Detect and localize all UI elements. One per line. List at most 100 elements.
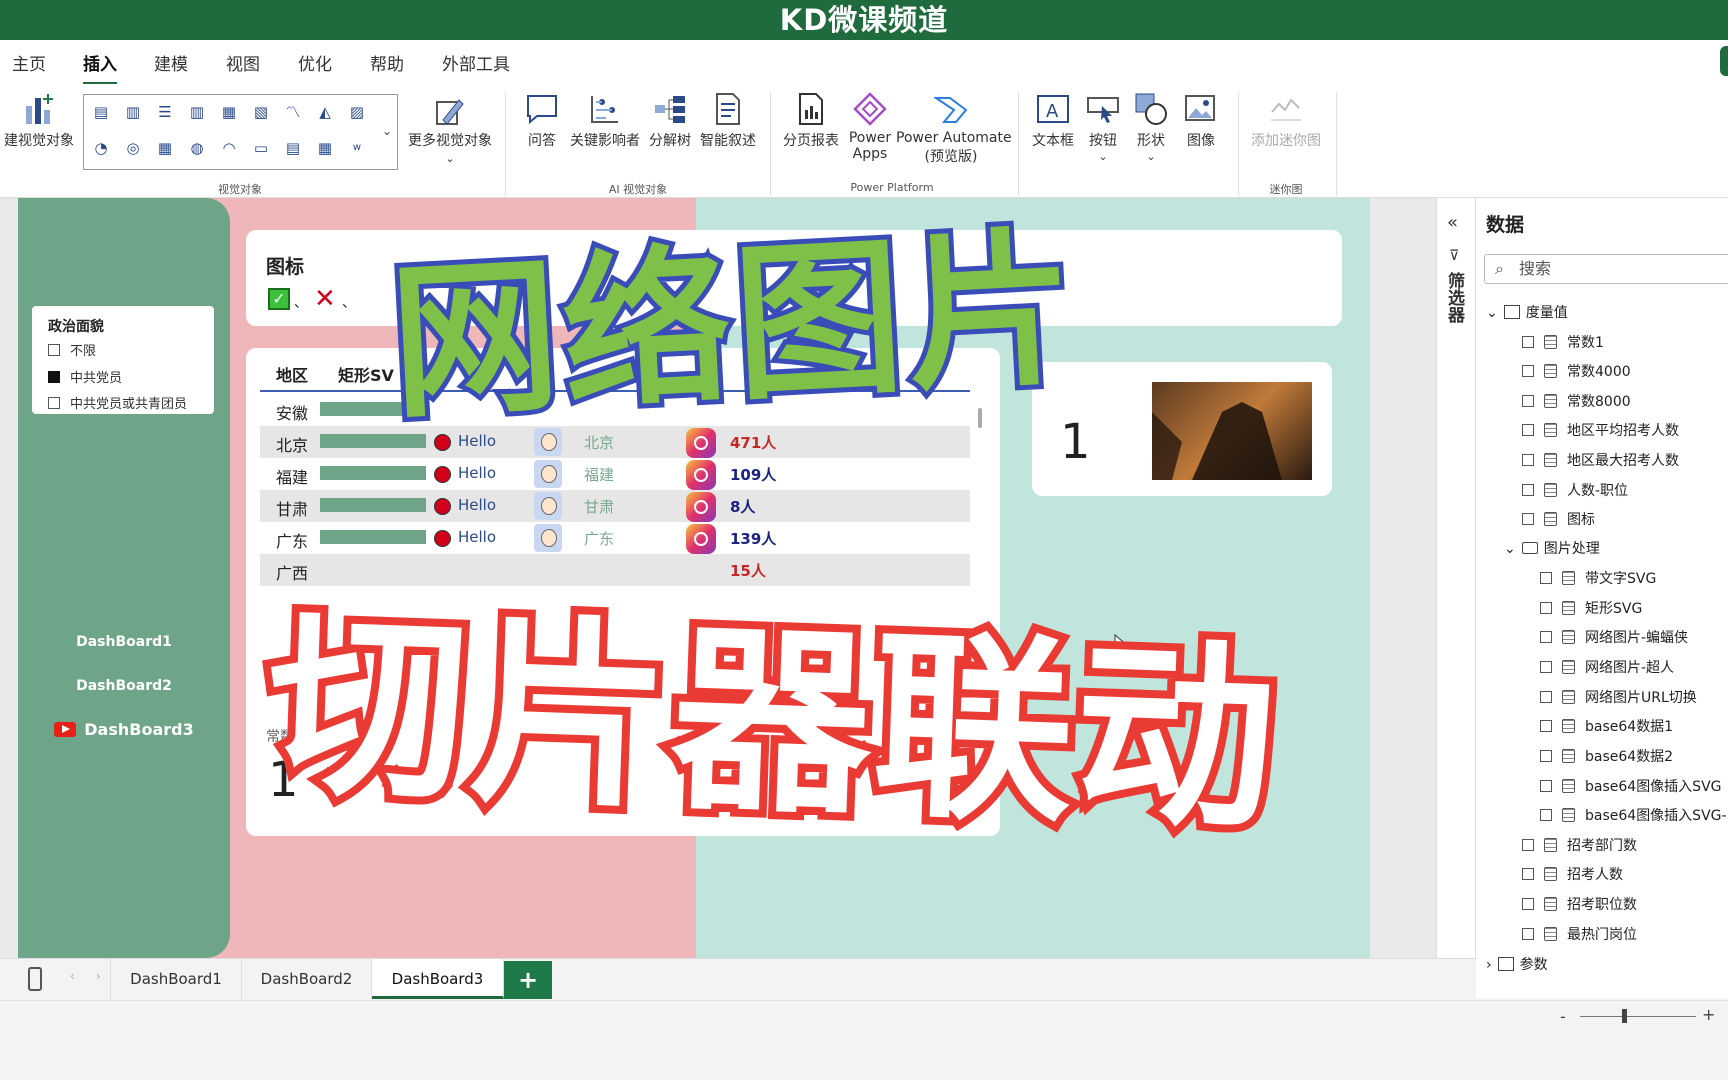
shapes-button[interactable]: 形状 ⌄ <box>1130 92 1172 163</box>
tree-item-measure[interactable]: 网络图片URL切换 <box>1540 687 1697 707</box>
key-influencers-button[interactable]: 关键影响者 <box>566 92 644 150</box>
tree-item-measure[interactable]: 图标 <box>1522 509 1595 529</box>
share-button[interactable] <box>1720 46 1728 76</box>
page-tab-dashboard2[interactable]: DashBoard2 <box>242 959 372 999</box>
column-header-rect-svg[interactable]: 矩形SV <box>338 362 394 386</box>
checkbox[interactable] <box>1540 631 1552 643</box>
mobile-layout-icon[interactable] <box>28 967 42 991</box>
map-icon[interactable]: ◍ <box>186 137 208 159</box>
stacked-column-icon[interactable]: ▥ <box>122 101 144 123</box>
checkbox[interactable] <box>1522 868 1534 880</box>
more-visuals-button[interactable]: 更多视觉对象 ⌄ <box>404 92 496 165</box>
checkbox[interactable] <box>48 344 60 356</box>
tree-item-measure[interactable]: 带文字SVG <box>1540 568 1656 588</box>
table-icon[interactable]: ▦ <box>314 137 336 159</box>
column-100-icon[interactable]: ▦ <box>218 101 240 123</box>
checkbox[interactable] <box>1522 484 1534 496</box>
checkbox[interactable] <box>1522 839 1534 851</box>
tab-insert[interactable]: 插入 <box>83 50 117 85</box>
nav-button-dashboard1[interactable]: DashBoard1 <box>18 634 230 650</box>
chevron-down-icon[interactable]: ⌄ <box>1504 541 1516 557</box>
paginated-report-button[interactable]: 分页报表 <box>780 92 842 150</box>
checkbox[interactable] <box>1540 602 1552 614</box>
page-tab-dashboard3[interactable]: DashBoard3 <box>372 959 504 999</box>
search-input[interactable]: ⌕ 搜索 <box>1484 254 1728 284</box>
chevron-left-icon[interactable]: ‹ <box>70 969 75 983</box>
checkbox[interactable] <box>1540 720 1552 732</box>
checkbox[interactable] <box>1522 928 1534 940</box>
new-visual-button[interactable]: 建视觉对象 <box>0 92 78 150</box>
tree-item-measure[interactable]: base64数据1 <box>1540 716 1673 736</box>
card-icon[interactable]: ▭ <box>250 137 272 159</box>
zoom-slider[interactable] <box>1580 1016 1696 1017</box>
stacked-bar-icon[interactable]: ▤ <box>90 101 112 123</box>
gauge-icon[interactable]: ◠ <box>218 137 240 159</box>
tab-home[interactable]: 主页 <box>12 50 46 75</box>
treemap-icon[interactable]: ▦ <box>154 137 176 159</box>
checkbox[interactable] <box>48 397 60 409</box>
tree-folder-parameters[interactable]: › 参数 <box>1486 954 1548 974</box>
clustered-bar-icon[interactable]: ☰ <box>154 101 176 123</box>
tree-item-measure[interactable]: 最热门岗位 <box>1522 924 1637 944</box>
clustered-column-icon[interactable]: ▥ <box>186 101 208 123</box>
donut-chart-icon[interactable]: ◎ <box>122 137 144 159</box>
tab-external-tools[interactable]: 外部工具 <box>442 50 510 75</box>
ribbon-chart-icon[interactable]: ▨ <box>346 101 368 123</box>
checkbox[interactable] <box>1540 780 1552 792</box>
tree-item-measure[interactable]: 矩形SVG <box>1540 598 1642 618</box>
checkbox[interactable] <box>1522 454 1534 466</box>
double-chevron-left-icon[interactable]: « <box>1447 212 1458 233</box>
tab-view[interactable]: 视图 <box>226 50 260 75</box>
tree-item-measure[interactable]: 地区平均招考人数 <box>1522 420 1679 440</box>
tree-item-measure[interactable]: base64图像插入SVG <box>1540 776 1722 796</box>
nav-button-dashboard2[interactable]: DashBoard2 <box>18 678 230 694</box>
tree-item-measure[interactable]: 网络图片-蝙蝠侠 <box>1540 627 1688 647</box>
add-sparkline-button[interactable]: 添加迷你图 <box>1248 92 1324 150</box>
checkbox[interactable] <box>1540 661 1552 673</box>
checkbox[interactable] <box>1522 424 1534 436</box>
page-tab-dashboard1[interactable]: DashBoard1 <box>110 959 242 999</box>
line-column-icon[interactable]: ▧ <box>250 101 272 123</box>
visual-gallery[interactable]: ▤ ▥ ☰ ▥ ▦ ▧ 〽 ◭ ▨ ◔ ◎ ▦ ◍ ◠ ▭ ▤ ▦ w <box>83 94 398 170</box>
tree-item-measure[interactable]: 常数4000 <box>1522 361 1631 381</box>
decomposition-tree-button[interactable]: 分解树 <box>646 92 694 150</box>
line-chart-icon[interactable]: 〽 <box>282 101 304 123</box>
area-chart-icon[interactable]: ◭ <box>314 101 336 123</box>
table-row[interactable]: 甘肃 Hello 甘肃 8人 <box>260 490 970 522</box>
checkbox-checked[interactable] <box>48 371 60 383</box>
checkbox[interactable] <box>1540 691 1552 703</box>
word-icon[interactable]: w <box>346 137 368 159</box>
qa-button[interactable]: 问答 <box>520 92 564 150</box>
zoom-in-button[interactable]: + <box>1702 1005 1715 1024</box>
power-automate-button[interactable]: Power Automate (预览版) <box>896 92 1012 166</box>
pie-chart-icon[interactable]: ◔ <box>90 137 112 159</box>
multirow-card-icon[interactable]: ▤ <box>282 137 304 159</box>
slicer-option-party-member[interactable]: 中共党员 <box>48 367 122 386</box>
chevron-down-icon[interactable]: ⌄ <box>1486 305 1498 321</box>
add-page-button[interactable]: + <box>504 961 552 999</box>
checkbox[interactable] <box>1540 750 1552 762</box>
column-header-region[interactable]: 地区 <box>276 362 308 386</box>
chevron-right-icon[interactable]: › <box>1486 957 1492 973</box>
tree-item-measure[interactable]: 招考部门数 <box>1522 835 1637 855</box>
table-row[interactable]: 福建 Hello 福建 109人 <box>260 458 970 490</box>
tree-folder-measures[interactable]: ⌄ 度量值 <box>1486 302 1568 322</box>
tree-item-measure[interactable]: 招考职位数 <box>1522 894 1637 914</box>
tab-modeling[interactable]: 建模 <box>154 50 188 75</box>
slicer-option-unlimited[interactable]: 不限 <box>48 340 96 359</box>
tree-item-measure[interactable]: base64图像插入SVG- <box>1540 805 1727 825</box>
tree-item-measure[interactable]: 常数1 <box>1522 332 1604 352</box>
nav-button-dashboard3[interactable]: DashBoard3 <box>18 720 230 739</box>
slicer-option-party-or-league-member[interactable]: 中共党员或共青团员 <box>48 393 187 412</box>
filters-pane-collapsed[interactable]: « ⊽ 筛选器 <box>1436 198 1476 958</box>
tree-item-measure[interactable]: 常数8000 <box>1522 391 1631 411</box>
chevron-down-icon[interactable]: ⌄ <box>382 124 392 138</box>
buttons-button[interactable]: 按钮 ⌄ <box>1082 92 1124 163</box>
chevron-right-icon[interactable]: › <box>96 969 101 983</box>
checkbox[interactable] <box>1522 513 1534 525</box>
checkbox[interactable] <box>1540 809 1552 821</box>
tree-item-measure[interactable]: base64数据2 <box>1540 746 1673 766</box>
smart-narrative-button[interactable]: 智能叙述 <box>696 92 760 150</box>
checkbox[interactable] <box>1522 336 1534 348</box>
checkbox[interactable] <box>1522 365 1534 377</box>
